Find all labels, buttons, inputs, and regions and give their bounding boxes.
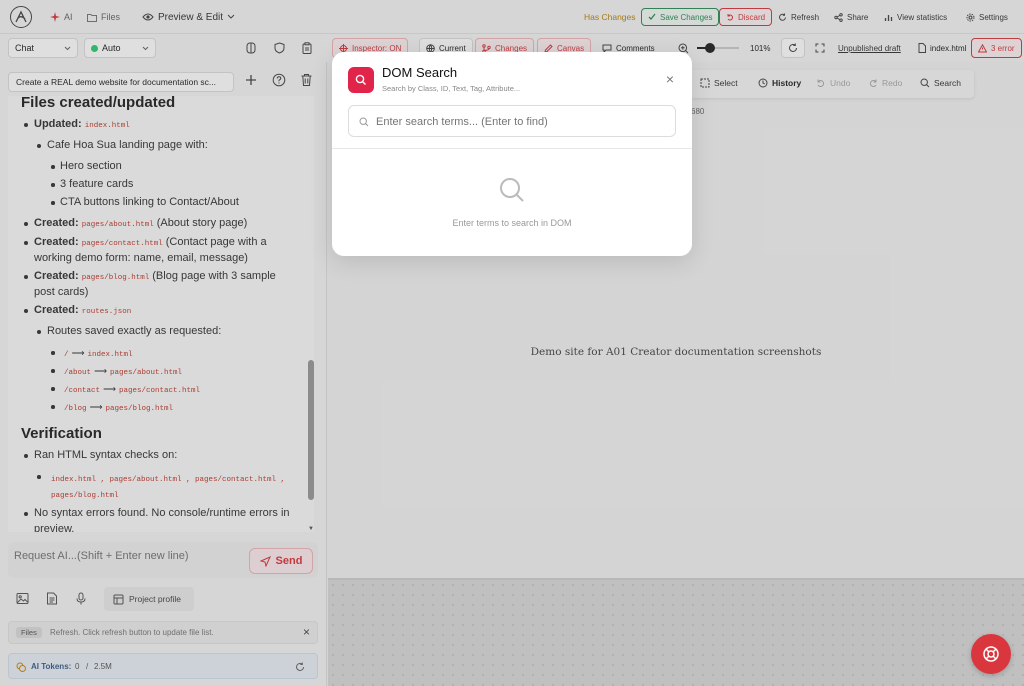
modal-subtitle: Search by Class, ID, Text, Tag, Attribut… [382,84,521,93]
support-fab[interactable] [971,634,1011,674]
modal-divider [332,148,692,149]
dom-search-modal: DOM Search Search by Class, ID, Text, Ta… [332,52,692,256]
lifebuoy-icon [983,646,999,662]
close-icon[interactable]: × [666,72,674,86]
search-input-wrapper [348,105,676,137]
modal-title: DOM Search [382,65,458,80]
search-badge [348,67,374,93]
empty-state-text: Enter terms to search in DOM [452,218,572,228]
search-icon [355,74,366,85]
search-empty-icon [500,178,524,202]
search-icon [359,117,369,127]
dom-search-input[interactable] [376,112,666,132]
